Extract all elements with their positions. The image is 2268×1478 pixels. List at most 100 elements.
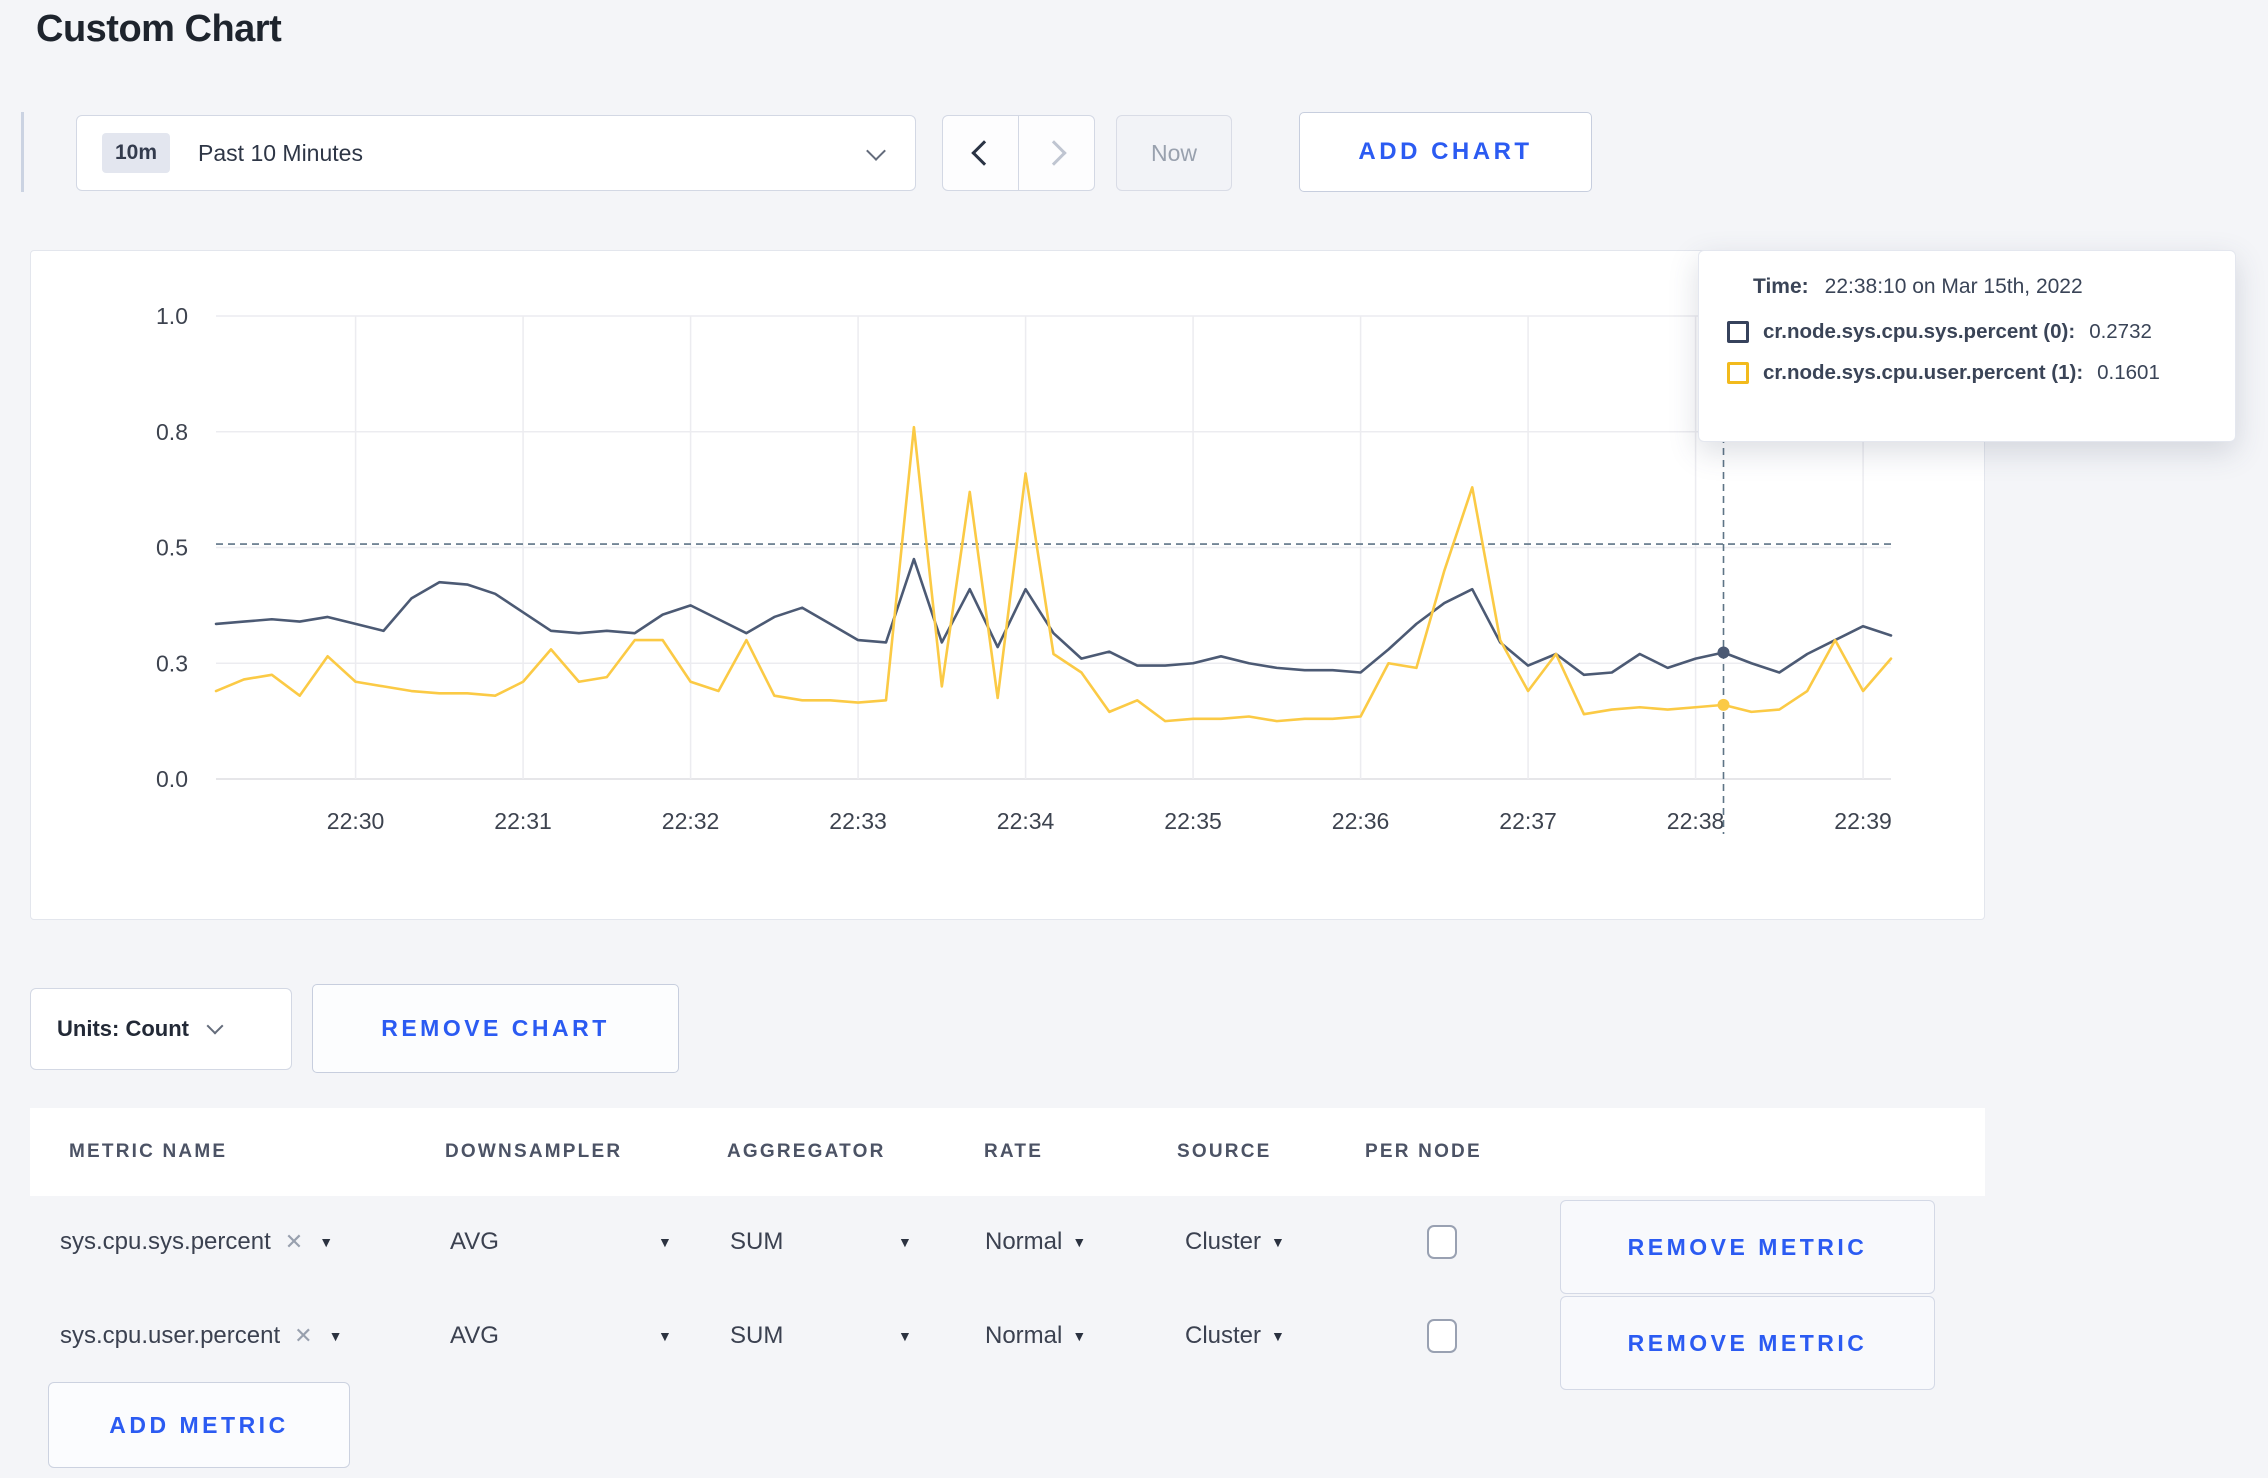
tooltip-series-row: cr.node.sys.cpu.user.percent (1): 0.1601 (1727, 361, 2207, 385)
aggregator-select[interactable]: SUM (730, 1228, 783, 1256)
user-series-swatch-icon (1727, 362, 1749, 384)
col-header-rate: RATE (984, 1141, 1044, 1162)
remove-metric-button[interactable]: REMOVE METRIC (1560, 1200, 1935, 1294)
remove-chart-button[interactable]: REMOVE CHART (312, 984, 679, 1073)
per-node-checkbox[interactable] (1427, 1225, 1457, 1259)
caret-down-icon: ▼ (1271, 1234, 1285, 1250)
metric-name-select[interactable]: sys.cpu.user.percent ✕ ▼ (60, 1322, 342, 1350)
metrics-table-header: METRIC NAME DOWNSAMPLER AGGREGATOR RATE … (30, 1108, 1985, 1196)
x-axis-tick-label: 22:36 (1332, 808, 1390, 834)
units-select[interactable]: Units: Count (30, 988, 292, 1070)
x-axis-tick-label: 22:31 (494, 808, 552, 834)
col-header-aggregator: AGGREGATOR (727, 1141, 886, 1162)
col-header-metric-name: METRIC NAME (69, 1141, 228, 1162)
table-row: sys.cpu.user.percent ✕ ▼ AVG ▼ SUM ▼ Nor… (30, 1290, 1985, 1390)
source-value: Cluster (1185, 1322, 1262, 1349)
col-header-source: SOURCE (1177, 1141, 1272, 1162)
tooltip-series-value: 0.1601 (2097, 361, 2160, 384)
caret-down-icon: ▼ (1072, 1234, 1087, 1250)
hover-dot-user (1717, 698, 1730, 711)
tooltip-time-row: Time: 22:38:10 on Mar 15th, 2022 (1753, 275, 2207, 299)
aggregator-caret[interactable]: ▼ (882, 1234, 912, 1250)
clear-metric-icon[interactable]: ✕ (285, 1229, 303, 1255)
downsampler-value: AVG (450, 1322, 499, 1349)
aggregator-value: SUM (730, 1228, 784, 1255)
time-prev-button[interactable] (943, 116, 1019, 190)
time-range-badge: 10m (102, 133, 171, 173)
chevron-down-icon (206, 1017, 224, 1035)
series-line-sys (214, 557, 1893, 677)
x-axis-tick-label: 22:33 (829, 808, 887, 834)
tooltip-time-value: 22:38:10 on Mar 15th, 2022 (1824, 275, 2083, 298)
clear-metric-icon[interactable]: ✕ (294, 1323, 312, 1349)
source-select[interactable]: Cluster ▼ (1185, 1322, 1285, 1350)
downsampler-value: AVG (450, 1228, 499, 1255)
caret-down-icon: ▼ (898, 1234, 912, 1250)
aggregator-select[interactable]: SUM (730, 1322, 783, 1350)
chevron-left-icon (970, 140, 997, 166)
col-header-downsampler: DOWNSAMPLER (445, 1141, 623, 1162)
x-axis-tick-label: 22:30 (327, 808, 385, 834)
downsampler-caret[interactable]: ▼ (642, 1234, 672, 1250)
y-axis-tick-label: 0.3 (156, 650, 188, 676)
metric-name-select[interactable]: sys.cpu.sys.percent ✕ ▼ (60, 1228, 333, 1256)
source-value: Cluster (1185, 1228, 1262, 1255)
remove-metric-button[interactable]: REMOVE METRIC (1560, 1296, 1935, 1390)
caret-down-icon: ▼ (328, 1328, 343, 1344)
x-axis-tick-label: 22:37 (1499, 808, 1557, 834)
caret-down-icon: ▼ (658, 1328, 672, 1344)
tooltip-series-name: cr.node.sys.cpu.sys.percent (0): (1763, 320, 2076, 343)
caret-down-icon: ▼ (658, 1234, 672, 1250)
time-nav-group (942, 115, 1095, 191)
rate-select[interactable]: Normal ▼ (985, 1322, 1086, 1350)
y-axis-tick-label: 0.8 (156, 419, 188, 445)
downsampler-select[interactable]: AVG (450, 1228, 499, 1256)
tooltip-series-value: 0.2732 (2089, 320, 2152, 343)
toolbar-divider (21, 112, 24, 192)
x-axis-tick-label: 22:38 (1667, 808, 1725, 834)
time-next-button[interactable] (1019, 116, 1094, 190)
downsampler-caret[interactable]: ▼ (642, 1328, 672, 1344)
add-chart-button[interactable]: ADD CHART (1299, 112, 1592, 192)
chevron-right-icon (1040, 140, 1067, 166)
add-metric-button[interactable]: ADD METRIC (48, 1382, 350, 1468)
aggregator-value: SUM (730, 1322, 784, 1349)
x-axis-tick-label: 22:35 (1164, 808, 1222, 834)
chart-panel: 0.0 0.3 0.5 0.8 1.0 22:30 22:31 22:32 22:33 22:34… (30, 250, 1985, 920)
chart-tooltip: Time: 22:38:10 on Mar 15th, 2022 cr.node.… (1698, 250, 2236, 442)
hover-dot-sys (1717, 646, 1730, 659)
y-axis-tick-label: 1.0 (156, 303, 188, 329)
series-line-user (214, 425, 1893, 723)
timeseries-chart[interactable]: 0.0 0.3 0.5 0.8 1.0 22:30 22:31 22:32 22:33 22:34… (31, 251, 1983, 918)
rate-value: Normal (985, 1228, 1063, 1255)
aggregator-caret[interactable]: ▼ (882, 1328, 912, 1344)
tooltip-time-label: Time: (1753, 275, 1809, 298)
metric-name-value: sys.cpu.sys.percent (60, 1228, 271, 1255)
x-axis-tick-label: 22:34 (997, 808, 1055, 834)
source-select[interactable]: Cluster ▼ (1185, 1228, 1285, 1256)
rate-select[interactable]: Normal ▼ (985, 1228, 1086, 1256)
metric-name-value: sys.cpu.user.percent (60, 1322, 281, 1349)
col-header-per-node: PER NODE (1365, 1141, 1482, 1162)
chevron-down-icon (866, 141, 886, 161)
units-label: Units: Count (57, 1016, 189, 1041)
downsampler-select[interactable]: AVG (450, 1322, 499, 1350)
per-node-checkbox[interactable] (1427, 1319, 1457, 1353)
table-row: sys.cpu.sys.percent ✕ ▼ AVG ▼ SUM ▼ Norm… (30, 1196, 1985, 1294)
caret-down-icon: ▼ (898, 1328, 912, 1344)
custom-chart-page: Custom Chart 10m Past 10 Minutes Now ADD… (0, 0, 2268, 1478)
time-range-label: Past 10 Minutes (198, 139, 363, 166)
tooltip-series-row: cr.node.sys.cpu.sys.percent (0): 0.2732 (1727, 320, 2207, 344)
x-axis-tick-label: 22:39 (1834, 808, 1892, 834)
caret-down-icon: ▼ (319, 1234, 334, 1250)
sys-series-swatch-icon (1727, 321, 1749, 343)
x-axis-tick-label: 22:32 (662, 808, 720, 834)
y-axis-tick-label: 0.5 (156, 535, 188, 561)
page-title: Custom Chart (36, 8, 282, 50)
caret-down-icon: ▼ (1072, 1328, 1087, 1344)
caret-down-icon: ▼ (1271, 1328, 1285, 1344)
y-axis-tick-label: 0.0 (156, 766, 188, 792)
rate-value: Normal (985, 1322, 1063, 1349)
time-range-select[interactable]: 10m Past 10 Minutes (76, 115, 916, 191)
now-button[interactable]: Now (1116, 115, 1232, 191)
